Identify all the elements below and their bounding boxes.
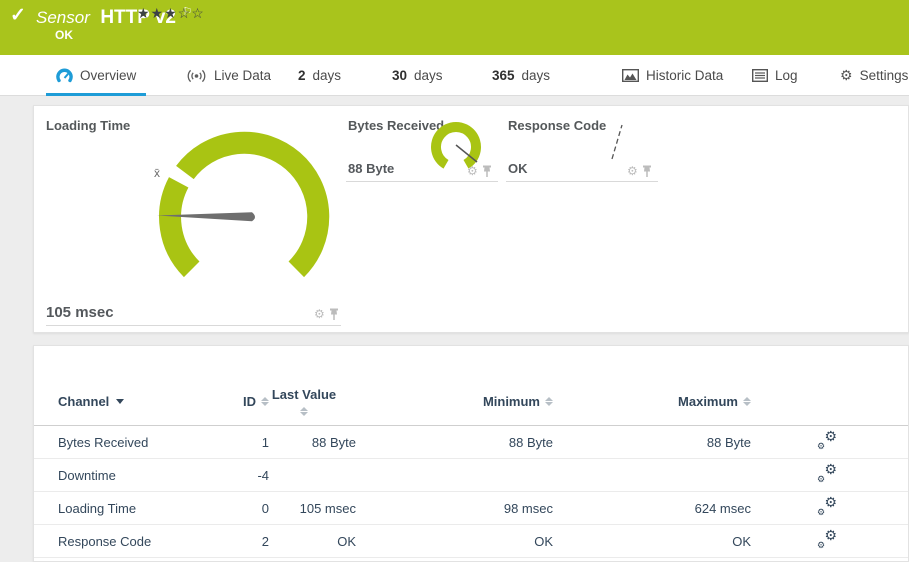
channel-minimum: OK — [356, 534, 553, 549]
column-header-channel[interactable]: Channel — [58, 394, 208, 409]
channel-id: -4 — [208, 468, 269, 483]
tab-overview[interactable]: Overview — [46, 55, 146, 96]
gauge-needle — [612, 125, 622, 159]
channel-last-value: OK — [269, 534, 356, 549]
response-code-gauge-title: Response Code — [508, 118, 606, 133]
channel-id: 2 — [208, 534, 269, 549]
priority-stars[interactable]: ★★★☆☆ — [137, 5, 205, 22]
loading-time-gauge: x̄ — [151, 119, 343, 305]
tab-label: Live Data — [214, 68, 271, 83]
tab-settings[interactable]: ⚙ Settings — [830, 55, 909, 96]
response-code-gauge-actions: ⚙ — [627, 164, 652, 178]
tab-historic-data[interactable]: Historic Data — [612, 55, 733, 96]
tab-number: 30 — [392, 68, 407, 83]
tab-label: days — [313, 68, 342, 83]
gear-icon[interactable]: ⚙ — [314, 307, 325, 321]
tab-30-days[interactable]: 30 days — [382, 55, 453, 96]
channel-name: Downtime — [58, 468, 208, 483]
tab-label: days — [522, 68, 551, 83]
tab-365-days[interactable]: 365 days — [482, 55, 560, 96]
broadcast-icon — [186, 69, 207, 83]
table-row: Bytes Received 1 88 Byte 88 Byte 88 Byte… — [34, 426, 908, 459]
table-header-row: Channel ID Last Value Minimum Maximum — [34, 378, 908, 426]
sort-icon — [300, 407, 308, 416]
table-row: Response Code 2 OK OK OK ⚙⚙ — [34, 525, 908, 558]
loading-time-value: 105 msec — [46, 304, 114, 321]
chart-image-icon — [622, 69, 639, 82]
column-header-last-value[interactable]: Last Value — [269, 388, 339, 416]
sensor-kind-label: Sensor — [36, 8, 90, 27]
channel-name: Loading Time — [58, 501, 208, 516]
channel-maximum: 624 msec — [553, 501, 751, 516]
tab-label: days — [414, 68, 443, 83]
channel-maximum: OK — [553, 534, 751, 549]
channel-name: Response Code — [58, 534, 208, 549]
log-list-icon — [752, 69, 768, 82]
tab-label: Log — [775, 68, 798, 83]
tab-bar: Overview Live Data 2 days 30 days 365 da… — [0, 55, 909, 96]
table-row: Loading Time 0 105 msec 98 msec 624 msec… — [34, 492, 908, 525]
divider — [506, 181, 658, 182]
pin-icon[interactable] — [642, 165, 652, 178]
channel-settings-icon[interactable]: ⚙⚙ — [815, 431, 839, 451]
channel-last-value: 88 Byte — [269, 435, 356, 450]
divider — [346, 181, 498, 182]
response-code-gauge — [599, 119, 641, 167]
tab-live-data[interactable]: Live Data — [176, 55, 281, 96]
prtg-sensor-page: ✓ Sensor HTTP v2 ⚐ ★★★☆☆ OK Overview Liv… — [0, 0, 909, 562]
divider — [46, 325, 341, 326]
tab-number: 2 — [298, 68, 306, 83]
tab-label: Overview — [80, 68, 136, 83]
gear-icon: ⚙ — [840, 67, 853, 84]
response-code-value: OK — [508, 161, 528, 176]
channels-panel: Channel ID Last Value Minimum Maximum By… — [33, 345, 909, 562]
gear-icon[interactable]: ⚙ — [467, 164, 478, 178]
channel-id: 1 — [208, 435, 269, 450]
channel-settings-icon[interactable]: ⚙⚙ — [815, 464, 839, 484]
bytes-received-value: 88 Byte — [348, 161, 394, 176]
channel-name: Bytes Received — [58, 435, 208, 450]
tab-2-days[interactable]: 2 days — [288, 55, 351, 96]
pin-icon[interactable] — [482, 165, 492, 178]
gauges-panel: Loading Time x̄ 0 msec 624 msec 105 msec… — [33, 105, 909, 333]
sensor-status-header: ✓ Sensor HTTP v2 ⚐ ★★★☆☆ OK — [0, 0, 909, 55]
gear-icon[interactable]: ⚙ — [627, 164, 638, 178]
channel-minimum: 98 msec — [356, 501, 553, 516]
tab-number: 365 — [492, 68, 515, 83]
column-header-maximum[interactable]: Maximum — [678, 394, 751, 409]
mean-marker: x̄ — [154, 166, 160, 180]
table-row: Downtime -4 ⚙⚙ — [34, 459, 908, 492]
tab-label: Historic Data — [646, 68, 723, 83]
gauge-icon — [56, 68, 73, 83]
tab-label: Settings — [860, 68, 909, 83]
sort-icon — [743, 397, 751, 406]
tab-log[interactable]: Log — [742, 55, 808, 96]
channel-maximum: 88 Byte — [553, 435, 751, 450]
sorted-desc-icon — [116, 399, 124, 404]
bytes-received-gauge-actions: ⚙ — [467, 164, 492, 178]
channel-settings-icon[interactable]: ⚙⚙ — [815, 530, 839, 550]
column-header-id[interactable]: ID — [243, 394, 269, 409]
channel-id: 0 — [208, 501, 269, 516]
sensor-status-text: OK — [55, 28, 73, 42]
channel-settings-icon[interactable]: ⚙⚙ — [815, 497, 839, 517]
status-check-icon: ✓ — [10, 4, 26, 27]
channel-last-value: 105 msec — [269, 501, 356, 516]
sort-icon — [545, 397, 553, 406]
channels-table: Channel ID Last Value Minimum Maximum By… — [34, 378, 908, 558]
pin-icon[interactable] — [329, 308, 339, 321]
column-header-minimum[interactable]: Minimum — [483, 394, 553, 409]
loading-time-gauge-actions: ⚙ — [314, 307, 339, 321]
channel-minimum: 88 Byte — [356, 435, 553, 450]
loading-time-gauge-title: Loading Time — [46, 118, 130, 133]
sort-icon — [261, 397, 269, 406]
